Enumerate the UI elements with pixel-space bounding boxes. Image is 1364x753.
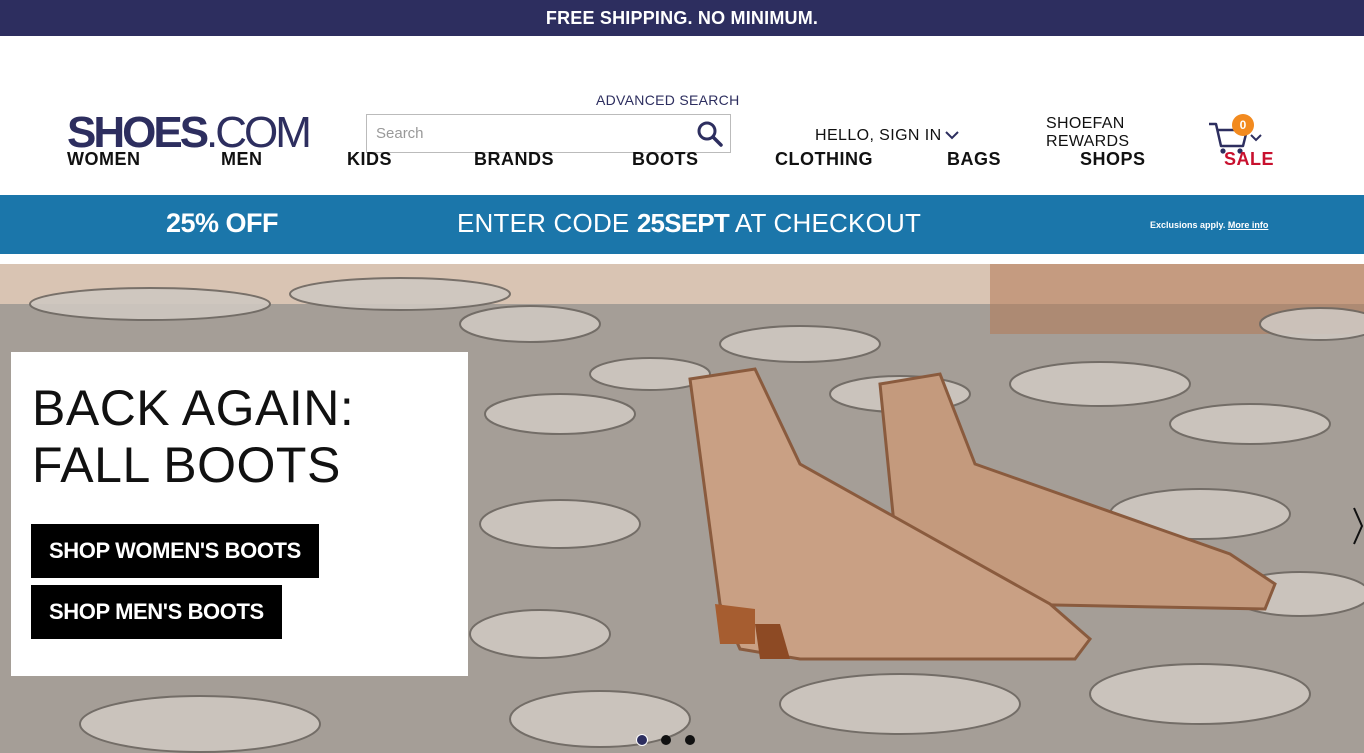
nav-sale[interactable]: SALE (1224, 149, 1274, 170)
advanced-search-link[interactable]: ADVANCED SEARCH (596, 92, 740, 108)
carousel-dots (637, 735, 695, 745)
free-shipping-text: FREE SHIPPING. NO MINIMUM. (545, 7, 819, 28)
nav-brands[interactable]: BRANDS (474, 149, 554, 170)
promo-code-prefix: ENTER CODE (457, 208, 637, 238)
exclusions-note: Exclusions apply. More info (1150, 220, 1268, 230)
chevron-down-icon (944, 127, 959, 145)
nav-bags[interactable]: BAGS (947, 149, 1001, 170)
promo-code-text: ENTER CODE 25SEPT AT CHECKOUT (457, 208, 921, 239)
search-input[interactable] (367, 115, 687, 152)
promo-code-suffix: AT CHECKOUT (728, 208, 922, 238)
carousel-dot-2[interactable] (661, 735, 671, 745)
promo-code: 25SEPT (636, 208, 730, 238)
rewards-line-1: SHOEFAN (1046, 115, 1125, 132)
promo-banner[interactable]: 25% OFF ENTER CODE 25SEPT AT CHECKOUT Ex… (0, 195, 1364, 254)
free-shipping-banner: FREE SHIPPING. NO MINIMUM. (0, 0, 1364, 36)
nav-clothing[interactable]: CLOTHING (775, 149, 873, 170)
sign-in-menu[interactable]: HELLO, SIGN IN (815, 127, 959, 145)
hero-title-line-2: FALL BOOTS (32, 437, 341, 493)
search-box (366, 114, 731, 153)
more-info-link[interactable]: More info (1228, 220, 1269, 230)
shop-mens-boots-button[interactable]: SHOP MEN'S BOOTS (31, 585, 282, 639)
search-icon[interactable] (696, 120, 724, 148)
main-nav: WOMEN MEN KIDS BRANDS BOOTS CLOTHING BAG… (0, 149, 1364, 173)
cart-count-badge: 0 (1232, 114, 1254, 136)
hero-title-line-1: BACK AGAIN: (32, 380, 355, 436)
shop-womens-boots-button[interactable]: SHOP WOMEN'S BOOTS (31, 524, 319, 578)
site-header: SHOES.COM ADVANCED SEARCH HELLO, SIGN IN… (0, 36, 1364, 195)
shoefan-rewards-link[interactable]: SHOEFAN REWARDS (1046, 115, 1129, 151)
hero-promo-card: BACK AGAIN: FALL BOOTS SHOP WOMEN'S BOOT… (11, 352, 468, 676)
sign-in-label: HELLO, SIGN IN (815, 127, 942, 144)
exclusions-text: Exclusions apply. (1150, 220, 1226, 230)
hero-title: BACK AGAIN: FALL BOOTS (32, 380, 354, 494)
carousel-dot-3[interactable] (685, 735, 695, 745)
nav-women[interactable]: WOMEN (67, 149, 141, 170)
nav-shops[interactable]: SHOPS (1080, 149, 1146, 170)
nav-kids[interactable]: KIDS (347, 149, 392, 170)
hero-carousel: BACK AGAIN: FALL BOOTS SHOP WOMEN'S BOOT… (0, 264, 1364, 753)
carousel-next-arrow-icon[interactable] (1344, 504, 1364, 548)
nav-boots[interactable]: BOOTS (632, 149, 699, 170)
nav-men[interactable]: MEN (221, 149, 263, 170)
promo-discount: 25% OFF (166, 208, 279, 238)
carousel-dot-1[interactable] (637, 735, 647, 745)
